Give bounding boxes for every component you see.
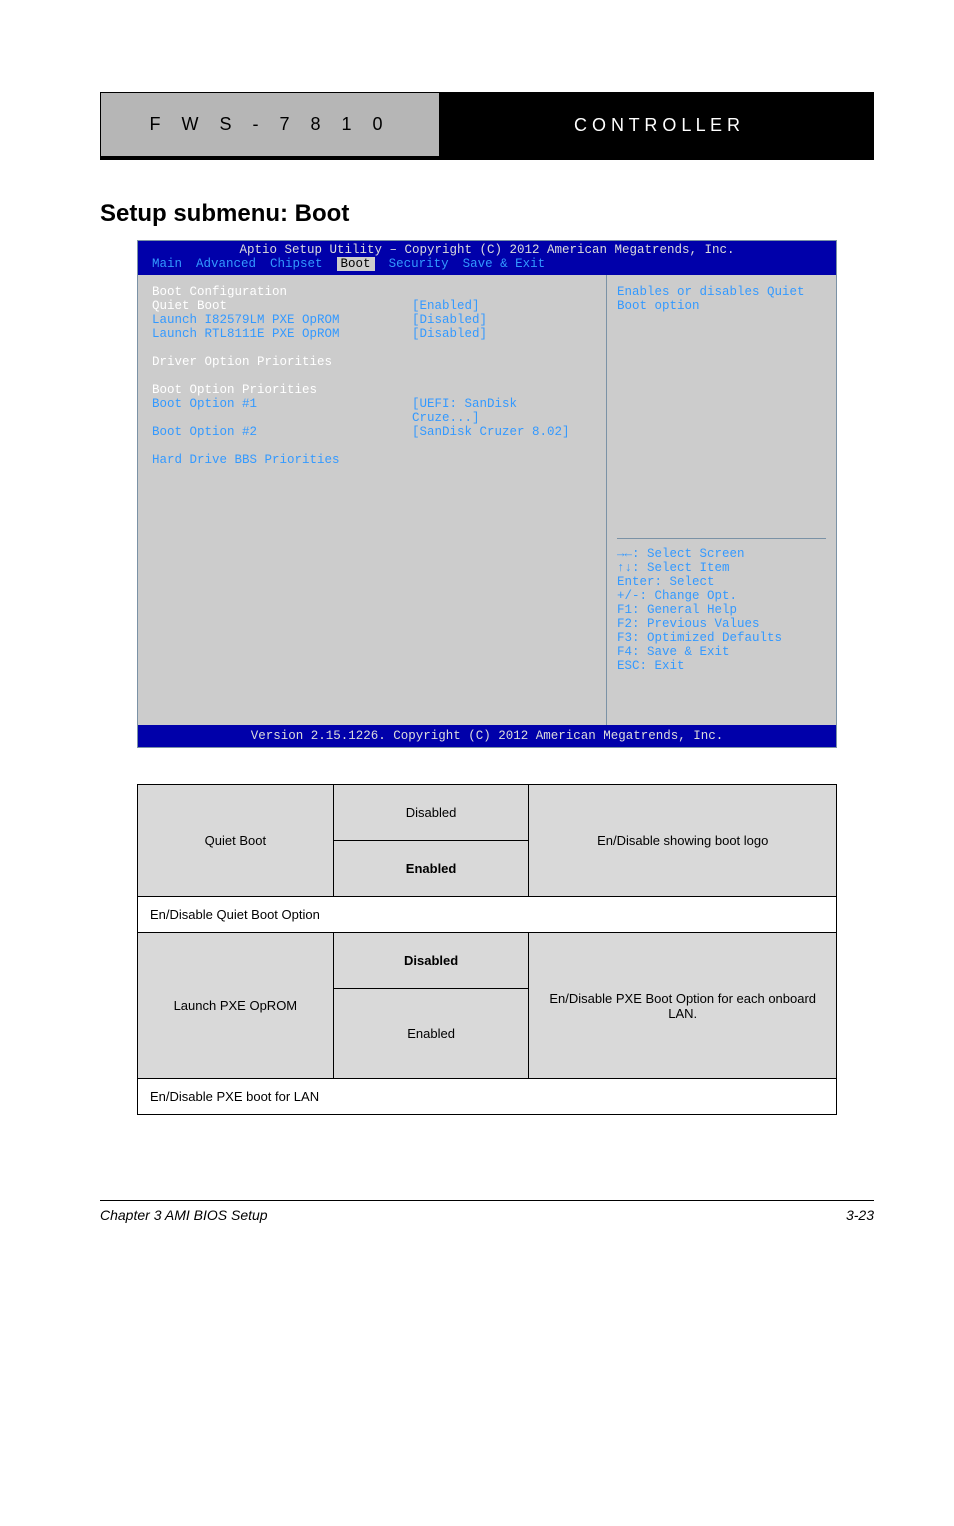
bios-tab[interactable]: Chipset [270,257,323,271]
bios-option-label: Boot Option #2 [152,425,412,439]
bios-option-row[interactable]: Quiet Boot [Enabled] [152,299,592,313]
bios-option-value: [Disabled] [412,327,487,341]
bios-topbar: Aptio Setup Utility – Copyright (C) 2012… [138,241,836,275]
bios-option-row[interactable]: Boot Option #2 [SanDisk Cruzer 8.02] [152,425,592,439]
bios-screenshot: Aptio Setup Utility – Copyright (C) 2012… [137,240,837,748]
bios-footer: Version 2.15.1226. Copyright (C) 2012 Am… [138,725,836,747]
bios-option-row[interactable]: Boot Option #1 [UEFI: SanDisk Cruze...] [152,397,592,425]
bios-option-value: [Enabled] [412,299,480,313]
table-row-desc: En/Disable PXE boot for LAN [138,1079,837,1115]
header-type: C O N T R O L L E R [440,92,874,158]
bios-key-hint: ↑↓: Select Item [617,561,826,575]
bios-body: Boot Configuration Quiet Boot [Enabled] … [138,275,836,725]
cell-value: Enabled [333,989,529,1079]
header-model: F W S - 7 8 1 0 [100,92,440,158]
bios-left-pane: Boot Configuration Quiet Boot [Enabled] … [138,275,606,725]
bios-option-row[interactable]: Launch I82579LM PXE OpROM [Disabled] [152,313,592,327]
cell-full-desc: En/Disable PXE boot for LAN [138,1079,837,1115]
bios-option-label: Quiet Boot [152,299,412,313]
bios-option-value: [UEFI: SanDisk Cruze...] [412,397,592,425]
bios-submenu[interactable]: Hard Drive BBS Priorities [152,453,592,467]
bios-key-hint: Enter: Select [617,575,826,589]
bios-tab[interactable]: Save & Exit [463,257,546,271]
bios-key-hint: F3: Optimized Defaults [617,631,826,645]
bios-option-label: Launch I82579LM PXE OpROM [152,313,412,327]
footer-page: 3-23 [846,1207,874,1223]
cell-option: Launch PXE OpROM [138,933,334,1079]
bios-title: Aptio Setup Utility – Copyright (C) 2012… [138,243,836,257]
cell-option: Quiet Boot [138,785,334,897]
cell-desc: En/Disable PXE Boot Option for each onbo… [529,933,837,1079]
cell-value: Disabled [333,785,529,841]
footer-chapter: Chapter 3 AMI BIOS Setup [100,1207,268,1223]
table-row: Launch PXE OpROM Disabled En/Disable PXE… [138,933,837,989]
bios-option-label: Launch RTL8111E PXE OpROM [152,327,412,341]
bios-divider [617,538,826,539]
page-footer: Chapter 3 AMI BIOS Setup 3-23 [100,1200,874,1223]
section-title: Setup submenu: Boot [100,200,874,228]
cell-value-default: Disabled [333,933,529,989]
bios-right-pane: Enables or disables Quiet Boot option →←… [606,275,836,725]
bios-key-hint: ESC: Exit [617,659,826,673]
bios-key-hint: F2: Previous Values [617,617,826,631]
options-table: Quiet Boot Disabled En/Disable showing b… [137,784,837,1115]
bios-tabs: Main Advanced Chipset Boot Security Save… [138,257,836,273]
table-row-desc: En/Disable Quiet Boot Option [138,897,837,933]
bios-tab[interactable]: Main [152,257,182,271]
bios-option-label: Boot Option #1 [152,397,412,425]
bios-tab[interactable]: Security [389,257,449,271]
bios-key-hint: +/-: Change Opt. [617,589,826,603]
table-row: Quiet Boot Disabled En/Disable showing b… [138,785,837,841]
bios-heading: Boot Option Priorities [152,383,592,397]
bios-heading: Boot Configuration [152,285,592,299]
bios-option-value: [Disabled] [412,313,487,327]
bios-tab-active[interactable]: Boot [337,257,375,271]
bios-help-text: Enables or disables Quiet Boot option [617,285,826,313]
cell-desc: En/Disable showing boot logo [529,785,837,897]
bios-key-hint: →←: Select Screen [617,547,826,561]
bios-key-hint: F4: Save & Exit [617,645,826,659]
page-header: F W S - 7 8 1 0 C O N T R O L L E R [100,92,874,160]
cell-value-default: Enabled [333,841,529,897]
bios-key-hint: F1: General Help [617,603,826,617]
cell-full-desc: En/Disable Quiet Boot Option [138,897,837,933]
bios-option-row[interactable]: Launch RTL8111E PXE OpROM [Disabled] [152,327,592,341]
bios-option-value: [SanDisk Cruzer 8.02] [412,425,570,439]
bios-heading: Driver Option Priorities [152,355,592,369]
bios-tab[interactable]: Advanced [196,257,256,271]
